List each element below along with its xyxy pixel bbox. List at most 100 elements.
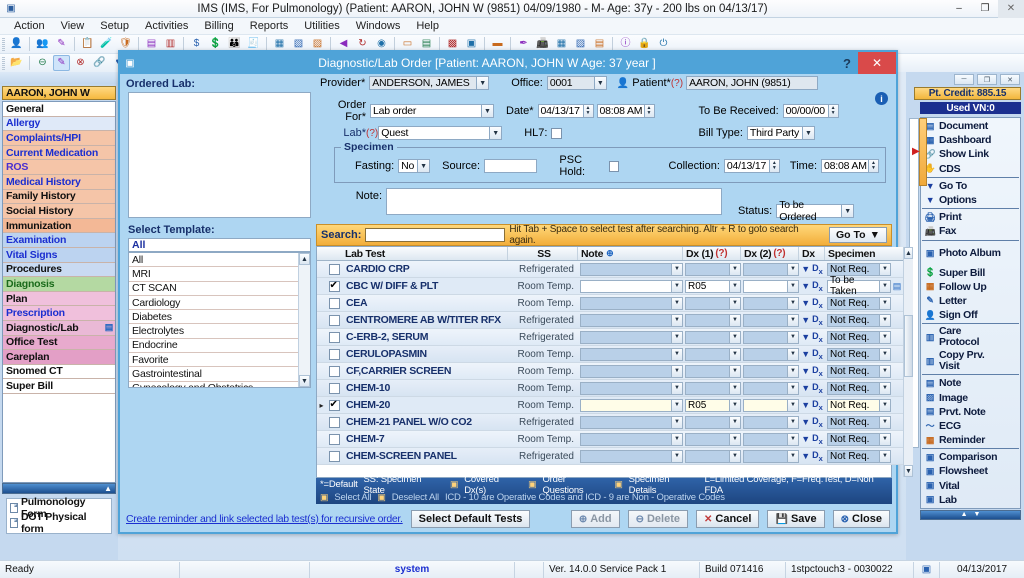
chevron-down-icon[interactable]: ▼ (788, 262, 799, 276)
table-row[interactable]: CEA Room Temp. ▼ ▼ ▼ ▼ Dx Not Req. ▼ (317, 295, 903, 312)
lab-test-name[interactable]: CHEM-7 (342, 433, 508, 445)
action-item-letter[interactable]: ✎ Letter (922, 294, 1019, 308)
lab-help-icon[interactable]: (?) (366, 128, 378, 139)
th-ss[interactable]: SS (508, 247, 578, 260)
dx-expand-cell[interactable]: ▼ Dx (799, 348, 825, 361)
mdi-close-button[interactable]: ✕ (1000, 74, 1020, 85)
link-icon[interactable]: 🔗 (91, 55, 108, 71)
table-row[interactable]: CENTROMERE AB W/TITER RFX Refrigerated ▼ ▼ ▼… (317, 312, 903, 329)
chevron-down-icon[interactable]: ▼ (801, 264, 810, 274)
chevron-down-icon[interactable]: ▼ (730, 381, 741, 395)
scroll-up-icon[interactable]: ▲ (904, 247, 913, 259)
note-cell[interactable]: ▼ (578, 279, 683, 293)
dx1-help-icon[interactable]: (?) (715, 248, 727, 259)
action-item-super-bill[interactable]: 💲 Super Bill (922, 266, 1019, 280)
dx1-cell[interactable]: ▼ (683, 449, 741, 463)
lab-test-name[interactable]: CHEM-SCREEN PANEL (342, 450, 508, 462)
to-be-received-field[interactable]: 00/00/00 ▲ ▼ (782, 104, 839, 118)
template-item-cardiology[interactable]: Cardiology (129, 296, 298, 311)
note-cell[interactable]: ▼ (578, 449, 683, 463)
hl7-checkbox[interactable] (551, 127, 563, 139)
sidebar-item-medical-history[interactable]: Medical History (3, 174, 115, 190)
edit-page-icon[interactable]: ✎ (53, 55, 70, 71)
sidebar-item-careplan[interactable]: Careplan (3, 350, 115, 365)
chevron-down-icon[interactable]: ▼ (788, 313, 799, 327)
chevron-down-icon[interactable]: ▼ (730, 279, 741, 293)
chevron-down-icon[interactable]: ▼ (880, 262, 891, 276)
th-dx1[interactable]: Dx (1) (?) (683, 247, 741, 260)
dx-expand-cell[interactable]: ▼ Dx (799, 314, 825, 327)
dx-expand-cell[interactable]: ▼ Dx (799, 450, 825, 463)
chevron-down-icon[interactable]: ▼ (880, 381, 891, 395)
chevron-down-icon[interactable]: ▼ (842, 204, 855, 218)
sidebar-item-diagnostic-lab[interactable]: Diagnostic/Lab ▤ (3, 320, 115, 336)
table-row[interactable]: CF,CARRIER SCREEN Room Temp. ▼ ▼ ▼ ▼ Dx Not Req… (317, 363, 903, 380)
chevron-down-icon[interactable]: ▼ (880, 347, 891, 361)
scroll-down-icon[interactable]: ▼ (299, 375, 310, 387)
dx1-cell[interactable]: ▼ (683, 415, 741, 429)
dx2-cell[interactable]: ▼ (741, 449, 799, 463)
row-checkbox[interactable] (326, 365, 342, 377)
row-checkbox[interactable] (326, 399, 342, 411)
received-spinner[interactable]: ▲ ▼ (828, 104, 839, 118)
toolbar-grip[interactable] (2, 56, 5, 70)
chevron-down-icon[interactable]: ▼ (801, 349, 810, 359)
time-spinner[interactable]: ▲ ▼ (644, 104, 655, 118)
action-item-lab[interactable]: ▣ Lab (922, 493, 1019, 507)
chevron-down-icon[interactable]: ▼ (880, 296, 891, 310)
chevron-down-icon[interactable]: ▼ (880, 415, 891, 429)
chevron-down-icon[interactable]: ▼ (880, 449, 891, 463)
chevron-down-icon[interactable]: ▼ (788, 432, 799, 446)
lab-test-name[interactable]: C-ERB-2, SERUM (342, 331, 508, 343)
patient-name-banner[interactable]: AARON, JOHN W (2, 86, 116, 100)
row-checkbox[interactable] (326, 433, 342, 445)
lab-test-name[interactable]: CHEM-20 (342, 399, 508, 411)
provider-combo[interactable]: ANDERSON, JAMES ▼ (369, 76, 490, 90)
chevron-down-icon[interactable]: ▼ (801, 298, 810, 308)
search-input[interactable] (365, 228, 506, 242)
dx1-cell[interactable]: R05 ▼ (683, 279, 741, 293)
sidebar-item-current-medication[interactable]: Current Medication (3, 145, 115, 161)
specimen-cell[interactable]: Not Req. ▼ (825, 398, 891, 412)
template-item-all[interactable]: All (129, 253, 298, 268)
th-lab-test[interactable]: Lab Test (342, 247, 508, 260)
action-item-note[interactable]: ▤ Note (922, 376, 1019, 390)
template-item-electrolytes[interactable]: Electrolytes (129, 324, 298, 339)
order-for-combo[interactable]: Lab order ▼ (370, 104, 494, 118)
specimen-cell[interactable]: Not Req. ▼ (825, 381, 891, 395)
chevron-down-icon[interactable]: ▼ (490, 126, 503, 140)
remove-circle-icon[interactable]: ⊗ (72, 55, 89, 71)
chevron-down-icon[interactable]: ▼ (730, 415, 741, 429)
deselect-all-icon[interactable]: ▣ (377, 492, 386, 503)
chevron-down-icon[interactable]: ▼ (730, 432, 741, 446)
menu-item-view[interactable]: View (53, 18, 93, 35)
note-cell[interactable]: ▼ (578, 364, 683, 378)
chevron-down-icon[interactable]: ▼ (801, 366, 810, 376)
add-button[interactable]: ⊕ Add (570, 510, 620, 528)
dx-expand-cell[interactable]: ▼ Dx (799, 433, 825, 446)
tray-icon[interactable]: ▣ (914, 561, 940, 578)
dx-expand-cell[interactable]: ▼ Dx (799, 280, 825, 293)
sidebar-item-complaints-hpi[interactable]: Complaints/HPI (3, 131, 115, 146)
action-item-comparison[interactable]: ▣ Comparison (922, 450, 1019, 464)
close-dialog-button[interactable]: ⊗ Close (832, 510, 890, 528)
specimen-cell[interactable]: Not Req. ▼ (825, 415, 891, 429)
chevron-down-icon[interactable]: ▼ (880, 330, 891, 344)
lab-test-name[interactable]: CERULOPASMIN (342, 348, 508, 360)
sidebar-item-snomed-ct[interactable]: Snomed CT (3, 364, 115, 380)
menu-item-windows[interactable]: Windows (348, 18, 409, 35)
action-item-image[interactable]: ▨ Image (922, 390, 1019, 404)
dx2-cell[interactable]: ▼ (741, 347, 799, 361)
action-item-show-link[interactable]: 🔗 Show Link (922, 147, 1019, 161)
dx-expand-cell[interactable]: ▼ Dx (799, 263, 825, 276)
dx-expand-cell[interactable]: ▼ Dx (799, 416, 825, 429)
action-item-sign-off[interactable]: 👤 Sign Off (922, 308, 1019, 322)
psc-hold-checkbox[interactable] (608, 160, 619, 172)
dx1-cell[interactable]: ▼ (683, 313, 741, 327)
note-cell[interactable]: ▼ (578, 313, 683, 327)
chevron-down-icon[interactable]: ▼ (730, 449, 741, 463)
note-cell[interactable]: ▼ (578, 330, 683, 344)
note-cell[interactable]: ▼ (578, 432, 683, 446)
chevron-down-icon[interactable]: ▼ (880, 313, 891, 327)
dx2-cell[interactable]: ▼ (741, 330, 799, 344)
